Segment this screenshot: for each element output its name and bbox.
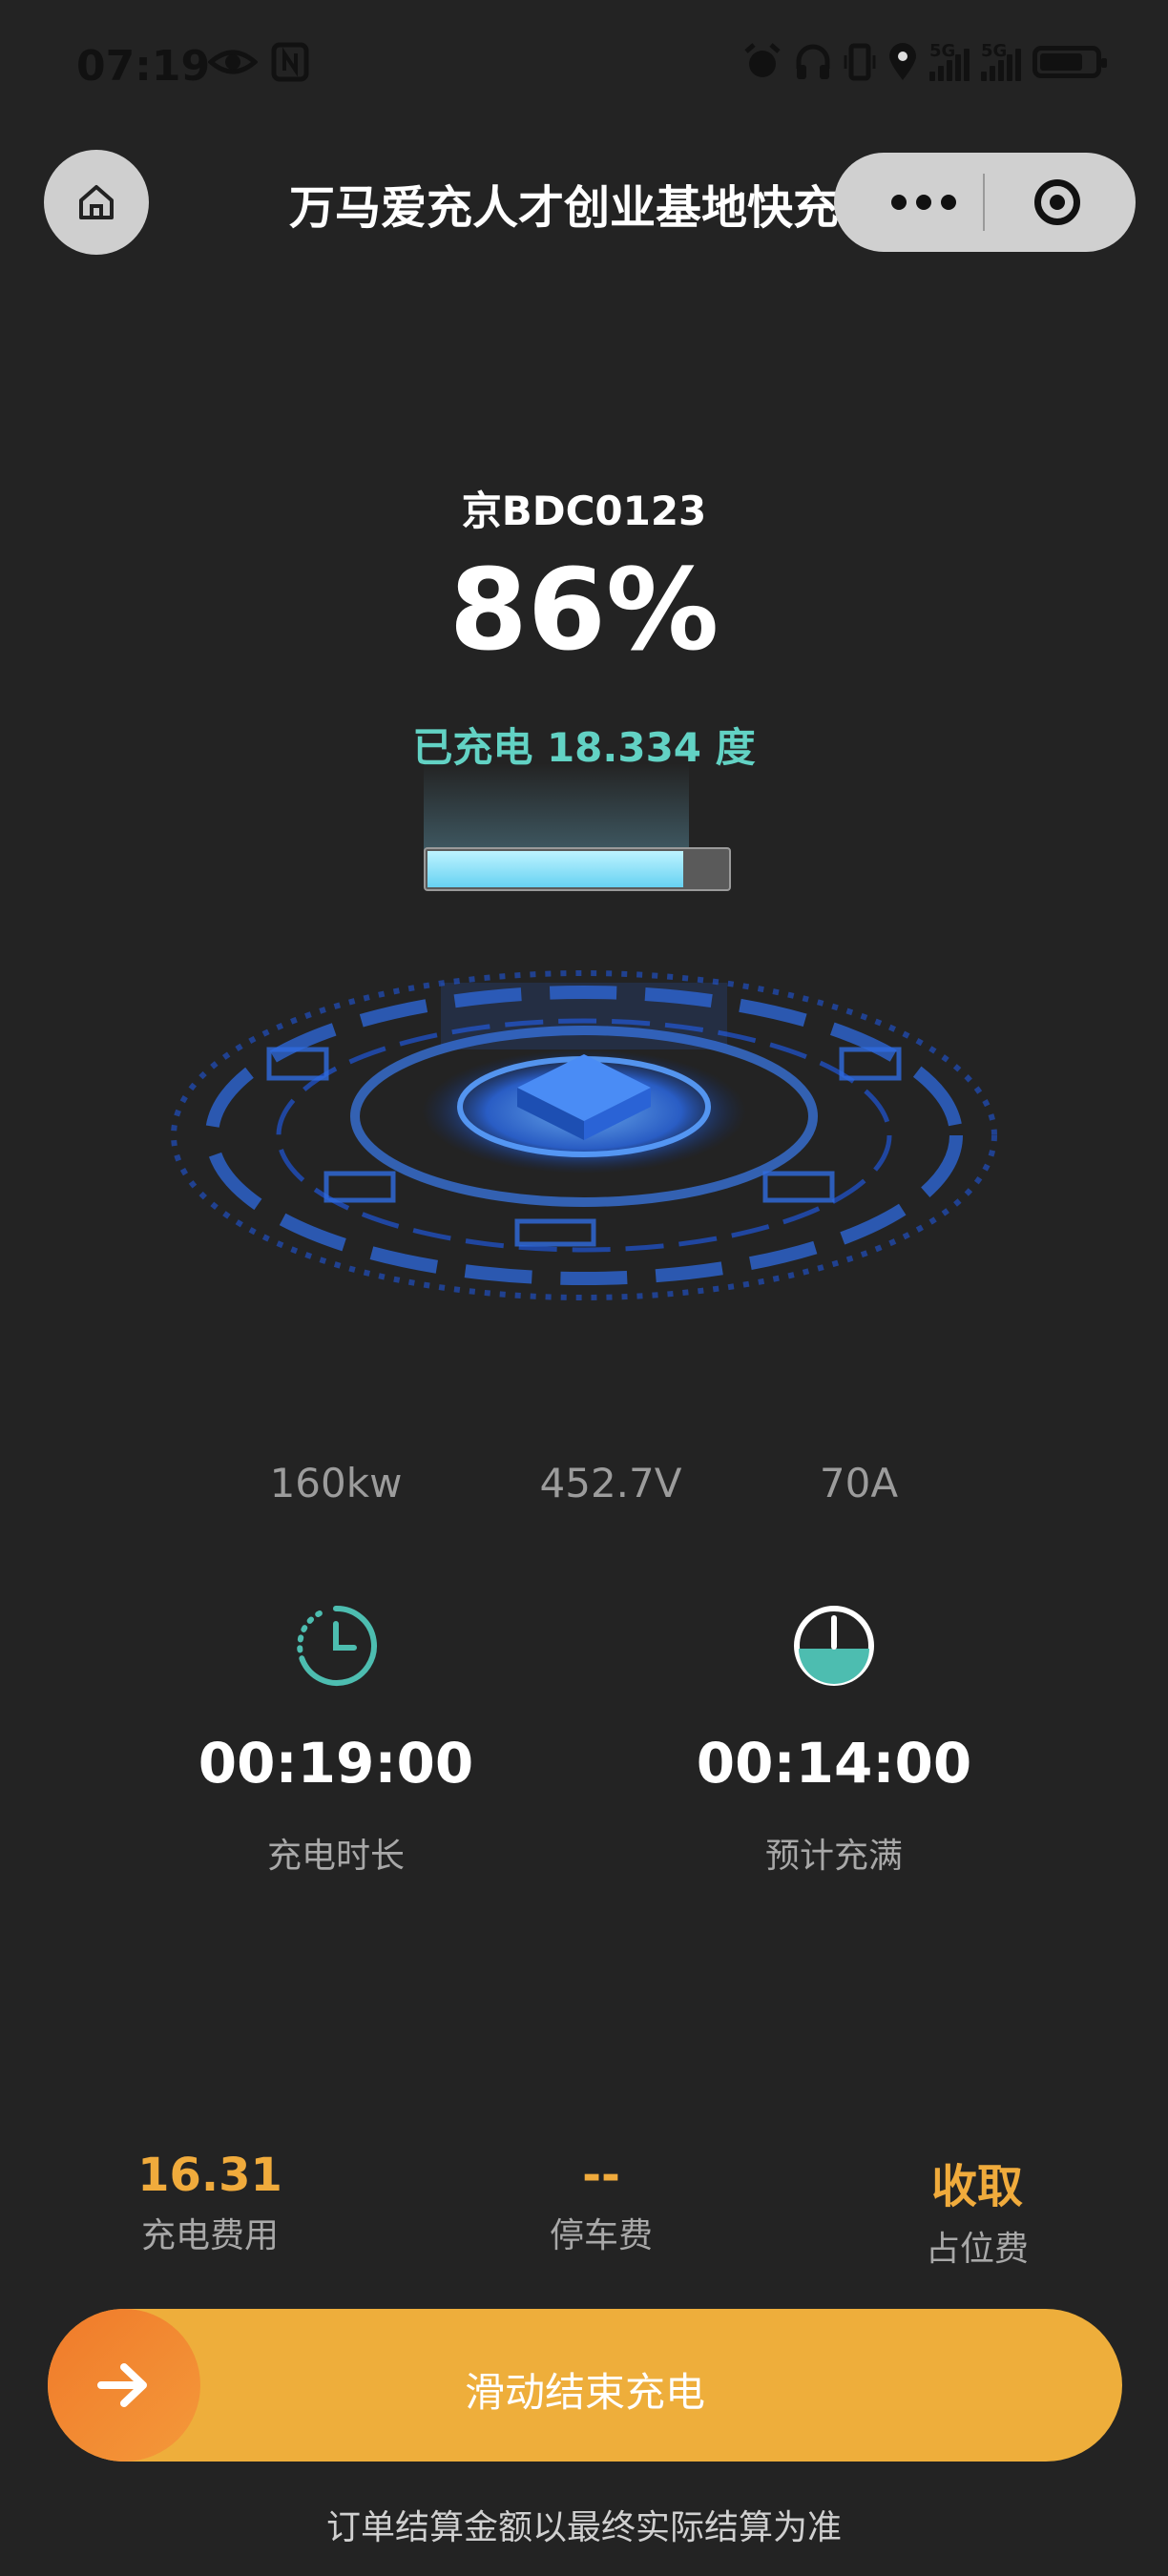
current-value: 70A — [819, 1460, 899, 1506]
home-button[interactable] — [44, 150, 149, 255]
status-bar: 07:19 5G 5G — [0, 0, 1168, 134]
location-icon — [889, 43, 916, 80]
page-title: 万马爱充人才创业基地快充站 — [288, 181, 885, 235]
charging-fee-value: 16.31 — [137, 2149, 282, 2202]
network-2-label: 5G — [981, 41, 1008, 61]
end-charging-slider-label: 滑动结束充电 — [464, 2369, 705, 2416]
battery-visual — [424, 763, 733, 895]
battery-frame — [424, 847, 731, 891]
close-miniprogram-button[interactable] — [1034, 179, 1080, 225]
battery-icon — [1032, 46, 1107, 78]
parking-fee-label: 停车费 — [549, 2216, 653, 2255]
occupancy-fee-value: 收取 — [930, 2160, 1023, 2213]
status-left-icons — [208, 42, 309, 82]
signal-1-icon: 5G — [929, 41, 970, 81]
more-button[interactable] — [891, 195, 956, 210]
estimated-full-block: 00:14:00 预计充满 — [634, 1603, 1034, 1878]
battery-fill — [428, 851, 683, 887]
estimated-full-value: 00:14:00 — [696, 1731, 972, 1796]
miniprogram-capsule — [834, 153, 1136, 252]
charging-ring-illustration — [155, 945, 1013, 1326]
license-plate: 京BDC0123 — [461, 488, 707, 534]
charging-fee: 16.31 充电费用 — [95, 2149, 324, 2257]
battery-glow — [424, 763, 689, 859]
voltage-value: 452.7V — [539, 1460, 682, 1506]
nfc-icon — [271, 42, 309, 82]
charge-duration-value: 00:19:00 — [198, 1731, 474, 1796]
status-right-icons: 5G 5G — [742, 41, 1107, 82]
charge-percent: 86% — [448, 544, 720, 675]
status-time: 07:19 — [76, 42, 211, 91]
network-1-label: 5G — [929, 41, 956, 61]
battery-level — [1040, 53, 1083, 71]
eye-icon — [208, 50, 258, 74]
clock-icon — [297, 1605, 377, 1686]
arrow-right-icon — [97, 2363, 147, 2407]
estimated-full-label: 预计充满 — [764, 1837, 903, 1876]
charging-fee-label: 充电费用 — [140, 2216, 279, 2255]
alarm-icon — [744, 43, 781, 77]
signal-2-icon: 5G — [981, 41, 1021, 81]
parking-fee: -- 停车费 — [487, 2149, 716, 2257]
headphones-icon — [796, 44, 830, 79]
end-charging-slider[interactable]: 滑动结束充电 — [48, 2309, 1122, 2462]
capsule-divider — [983, 174, 985, 231]
parking-fee-value: -- — [582, 2149, 620, 2202]
vibrate-icon — [844, 43, 876, 81]
settlement-note: 订单结算金额以最终实际结算为准 — [325, 2508, 842, 2547]
half-full-icon — [794, 1606, 874, 1686]
occupancy-fee-label: 占位费 — [925, 2230, 1029, 2269]
slider-knob[interactable] — [48, 2309, 200, 2462]
occupancy-fee: 收取 占位费 — [863, 2149, 1092, 2271]
home-icon — [79, 185, 114, 219]
power-value: 160kw — [269, 1460, 403, 1506]
charge-duration-label: 充电时长 — [266, 1837, 405, 1876]
charge-duration-block: 00:19:00 充电时长 — [136, 1603, 536, 1878]
